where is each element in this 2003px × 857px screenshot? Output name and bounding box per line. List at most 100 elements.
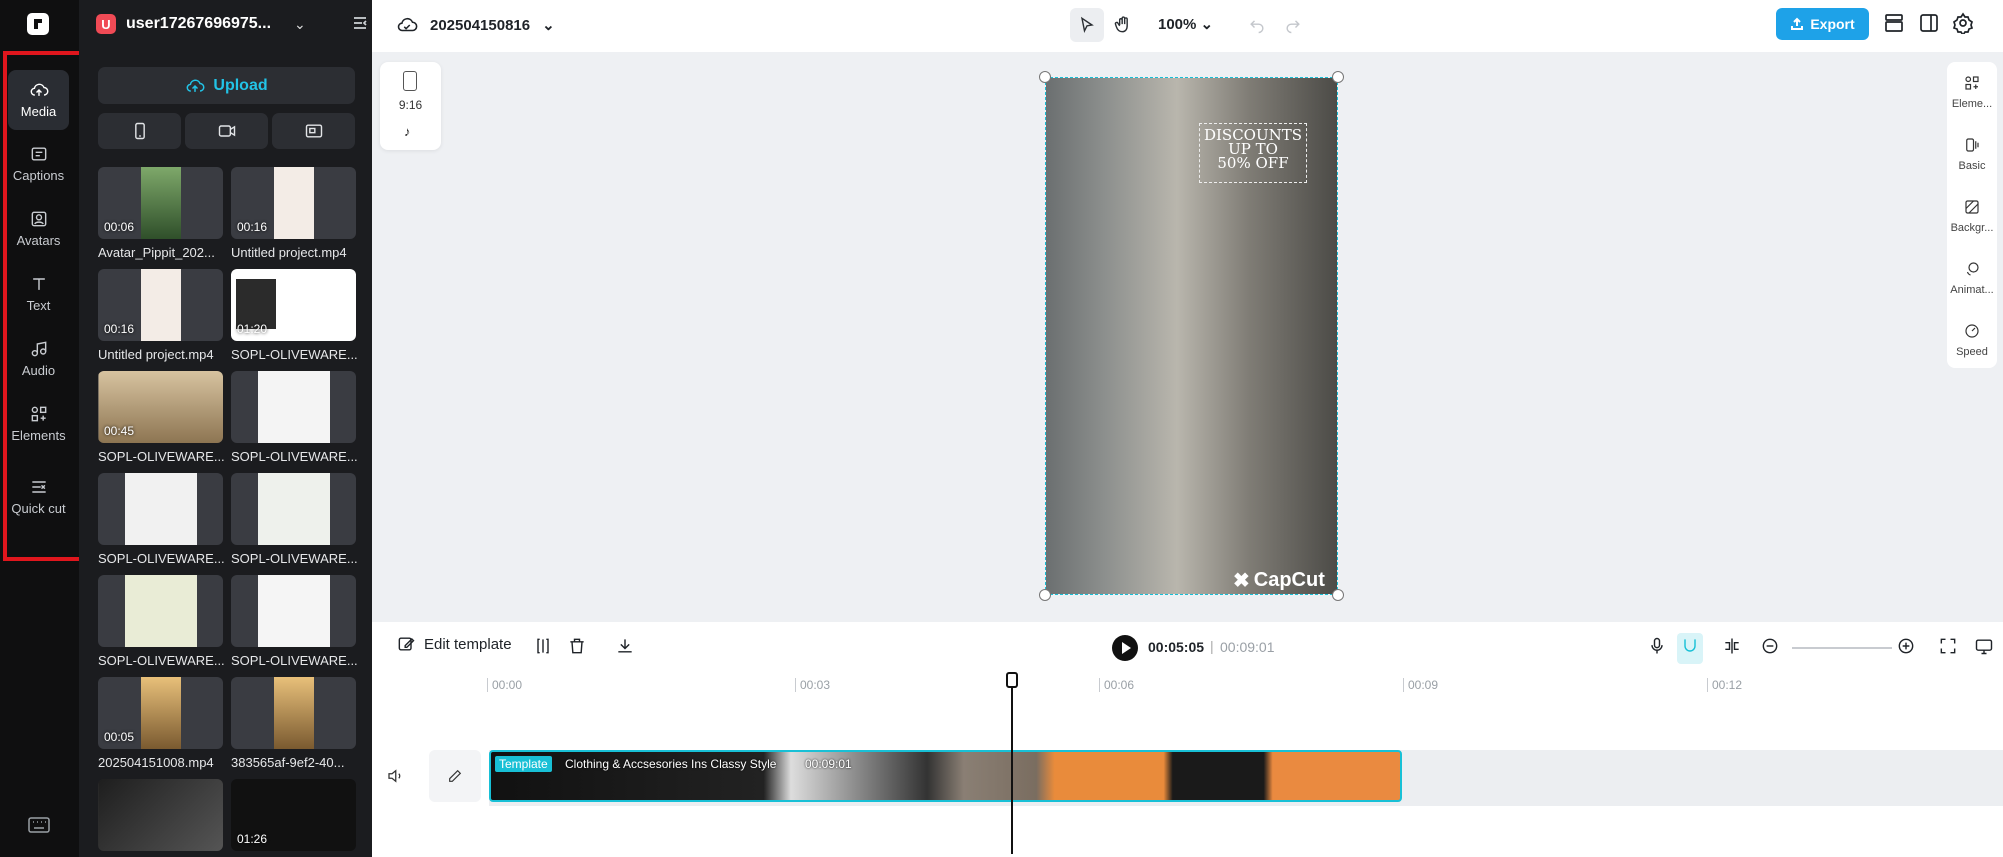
export-icon (1791, 17, 1804, 30)
resize-handle[interactable] (1332, 71, 1344, 83)
tool-elements[interactable]: Eleme... (1947, 74, 1997, 110)
hand-tool-button[interactable] (1106, 8, 1140, 42)
rail-label: Quick cut (11, 501, 66, 516)
rail-item-media[interactable]: Media (8, 70, 69, 130)
cloud-upload-icon (186, 79, 205, 92)
duration-label: 00:16 (104, 322, 135, 336)
split-track-icon (1725, 638, 1739, 654)
media-name: SOPL-OLIVEWARE... (98, 449, 225, 464)
redo-button[interactable] (1276, 8, 1310, 42)
current-time: 00:05:05 (1148, 639, 1205, 655)
zoom-out-button[interactable] (1760, 636, 1780, 661)
edit-template-button[interactable]: Edit template (396, 634, 512, 654)
rail-item-elements[interactable]: Elements (8, 394, 69, 454)
rail-item-text[interactable]: Text (8, 264, 69, 324)
media-thumbnail[interactable]: 01:20 (231, 269, 356, 341)
app-logo-icon[interactable] (27, 13, 49, 35)
pointer-icon (1080, 16, 1094, 33)
keyboard-shortcuts-icon[interactable] (28, 817, 50, 833)
split-track-button[interactable] (1722, 636, 1742, 661)
media-name: Untitled project.mp4 (98, 347, 214, 362)
ruler-tick: 00:03 (795, 678, 830, 692)
tool-background[interactable]: Backgr... (1947, 198, 1997, 234)
track-volume-button[interactable] (386, 767, 404, 790)
tool-label: Speed (1956, 346, 1988, 358)
media-thumbnail[interactable] (98, 473, 223, 545)
media-thumbnail[interactable]: 00:45 (98, 371, 223, 443)
resize-handle[interactable] (1332, 589, 1344, 601)
preview-button[interactable] (1974, 636, 1994, 661)
resize-handle[interactable] (1039, 589, 1051, 601)
timeline-zoom-slider[interactable] (1792, 647, 1892, 649)
template-clip[interactable]: Template Clothing & Accsesories Ins Clas… (489, 750, 1402, 802)
media-thumbnail[interactable]: 00:05 (98, 677, 223, 749)
rail-label: Text (26, 298, 51, 313)
layout-panel-icon (1920, 14, 1938, 32)
top-bar: 202504150816 ⌄ 100% ⌄ Export (372, 0, 2003, 52)
magnet-button[interactable] (1677, 633, 1703, 664)
media-thumbnail[interactable]: 00:06 (98, 167, 223, 239)
chevron-down-icon: ⌄ (1200, 16, 1214, 33)
media-name: SOPL-OLIVEWARE... (98, 653, 225, 668)
media-thumbnail[interactable] (231, 371, 356, 443)
undo-button[interactable] (1240, 8, 1274, 42)
ruler-tick: 00:09 (1403, 678, 1438, 692)
playhead[interactable] (1011, 674, 1013, 854)
play-button[interactable] (1112, 635, 1138, 661)
layout-button[interactable] (1918, 12, 1942, 36)
filter-image-button[interactable] (272, 113, 355, 149)
playhead-handle[interactable] (1006, 672, 1018, 688)
media-thumbnail[interactable]: 00:16 (98, 269, 223, 341)
fullscreen-button[interactable] (1938, 636, 1958, 661)
download-button[interactable] (615, 636, 635, 661)
ruler-tick: 00:06 (1099, 678, 1134, 692)
media-thumbnail[interactable] (231, 473, 356, 545)
layers-button[interactable] (1883, 12, 1907, 36)
project-switcher[interactable]: 202504150816 ⌄ (396, 14, 555, 36)
export-button[interactable]: Export (1776, 8, 1869, 40)
media-thumbnail[interactable] (98, 575, 223, 647)
split-icon (537, 638, 549, 654)
rail-item-quick-cut[interactable]: Quick cut (8, 462, 69, 532)
promo-text[interactable]: DISCOUNTS UP TO 50% OFF (1199, 123, 1307, 183)
layers-icon (1885, 14, 1903, 32)
filter-phone-button[interactable] (98, 113, 181, 149)
video-preview[interactable]: DISCOUNTS UP TO 50% OFF ✖ CapCut (1045, 77, 1338, 595)
filter-video-button[interactable] (185, 113, 268, 149)
brand-text: CapCut (1253, 569, 1325, 591)
tool-basic[interactable]: Basic (1947, 136, 1997, 172)
resize-handle[interactable] (1039, 71, 1051, 83)
rail-item-avatars[interactable]: Avatars (8, 199, 69, 259)
aspect-ratio-card[interactable]: 9:16 ♪ (380, 62, 441, 150)
media-name: SOPL-OLIVEWARE... (231, 449, 358, 464)
hand-icon (1114, 16, 1128, 33)
microphone-button[interactable] (1647, 636, 1667, 661)
select-tool-button[interactable] (1070, 8, 1104, 42)
media-thumbnail[interactable] (231, 575, 356, 647)
pencil-icon (449, 769, 462, 782)
track-edit-button[interactable] (429, 750, 481, 802)
tool-animation[interactable]: Animat... (1947, 260, 1997, 296)
tool-speed[interactable]: Speed (1947, 322, 1997, 358)
upload-button[interactable]: Upload (98, 67, 355, 104)
settings-button[interactable] (1952, 12, 1976, 37)
collapse-panel-icon[interactable] (351, 14, 369, 37)
media-thumbnail[interactable]: 00:16 (231, 167, 356, 239)
undo-icon (1250, 20, 1264, 34)
left-icon-rail: Media Captions Avatars Text Audio Elemen… (0, 0, 79, 857)
media-thumbnail[interactable]: 01:26 (231, 779, 356, 851)
media-thumbnail[interactable] (98, 779, 223, 851)
delete-button[interactable] (567, 636, 587, 661)
rail-item-audio[interactable]: Audio (8, 329, 69, 389)
username: user17267696975... (126, 15, 272, 32)
rail-label: Elements (11, 428, 66, 443)
media-thumbnail[interactable] (231, 677, 356, 749)
split-button[interactable] (533, 636, 553, 661)
zoom-dropdown[interactable]: 100% ⌄ (1158, 15, 1213, 33)
zoom-in-button[interactable] (1896, 636, 1916, 661)
rail-item-captions[interactable]: Captions (8, 134, 69, 194)
tool-label: Basic (1958, 160, 1986, 172)
upload-label: Upload (213, 76, 268, 94)
promo-line: 50% OFF (1217, 154, 1289, 172)
rail-label: Avatars (16, 233, 61, 248)
